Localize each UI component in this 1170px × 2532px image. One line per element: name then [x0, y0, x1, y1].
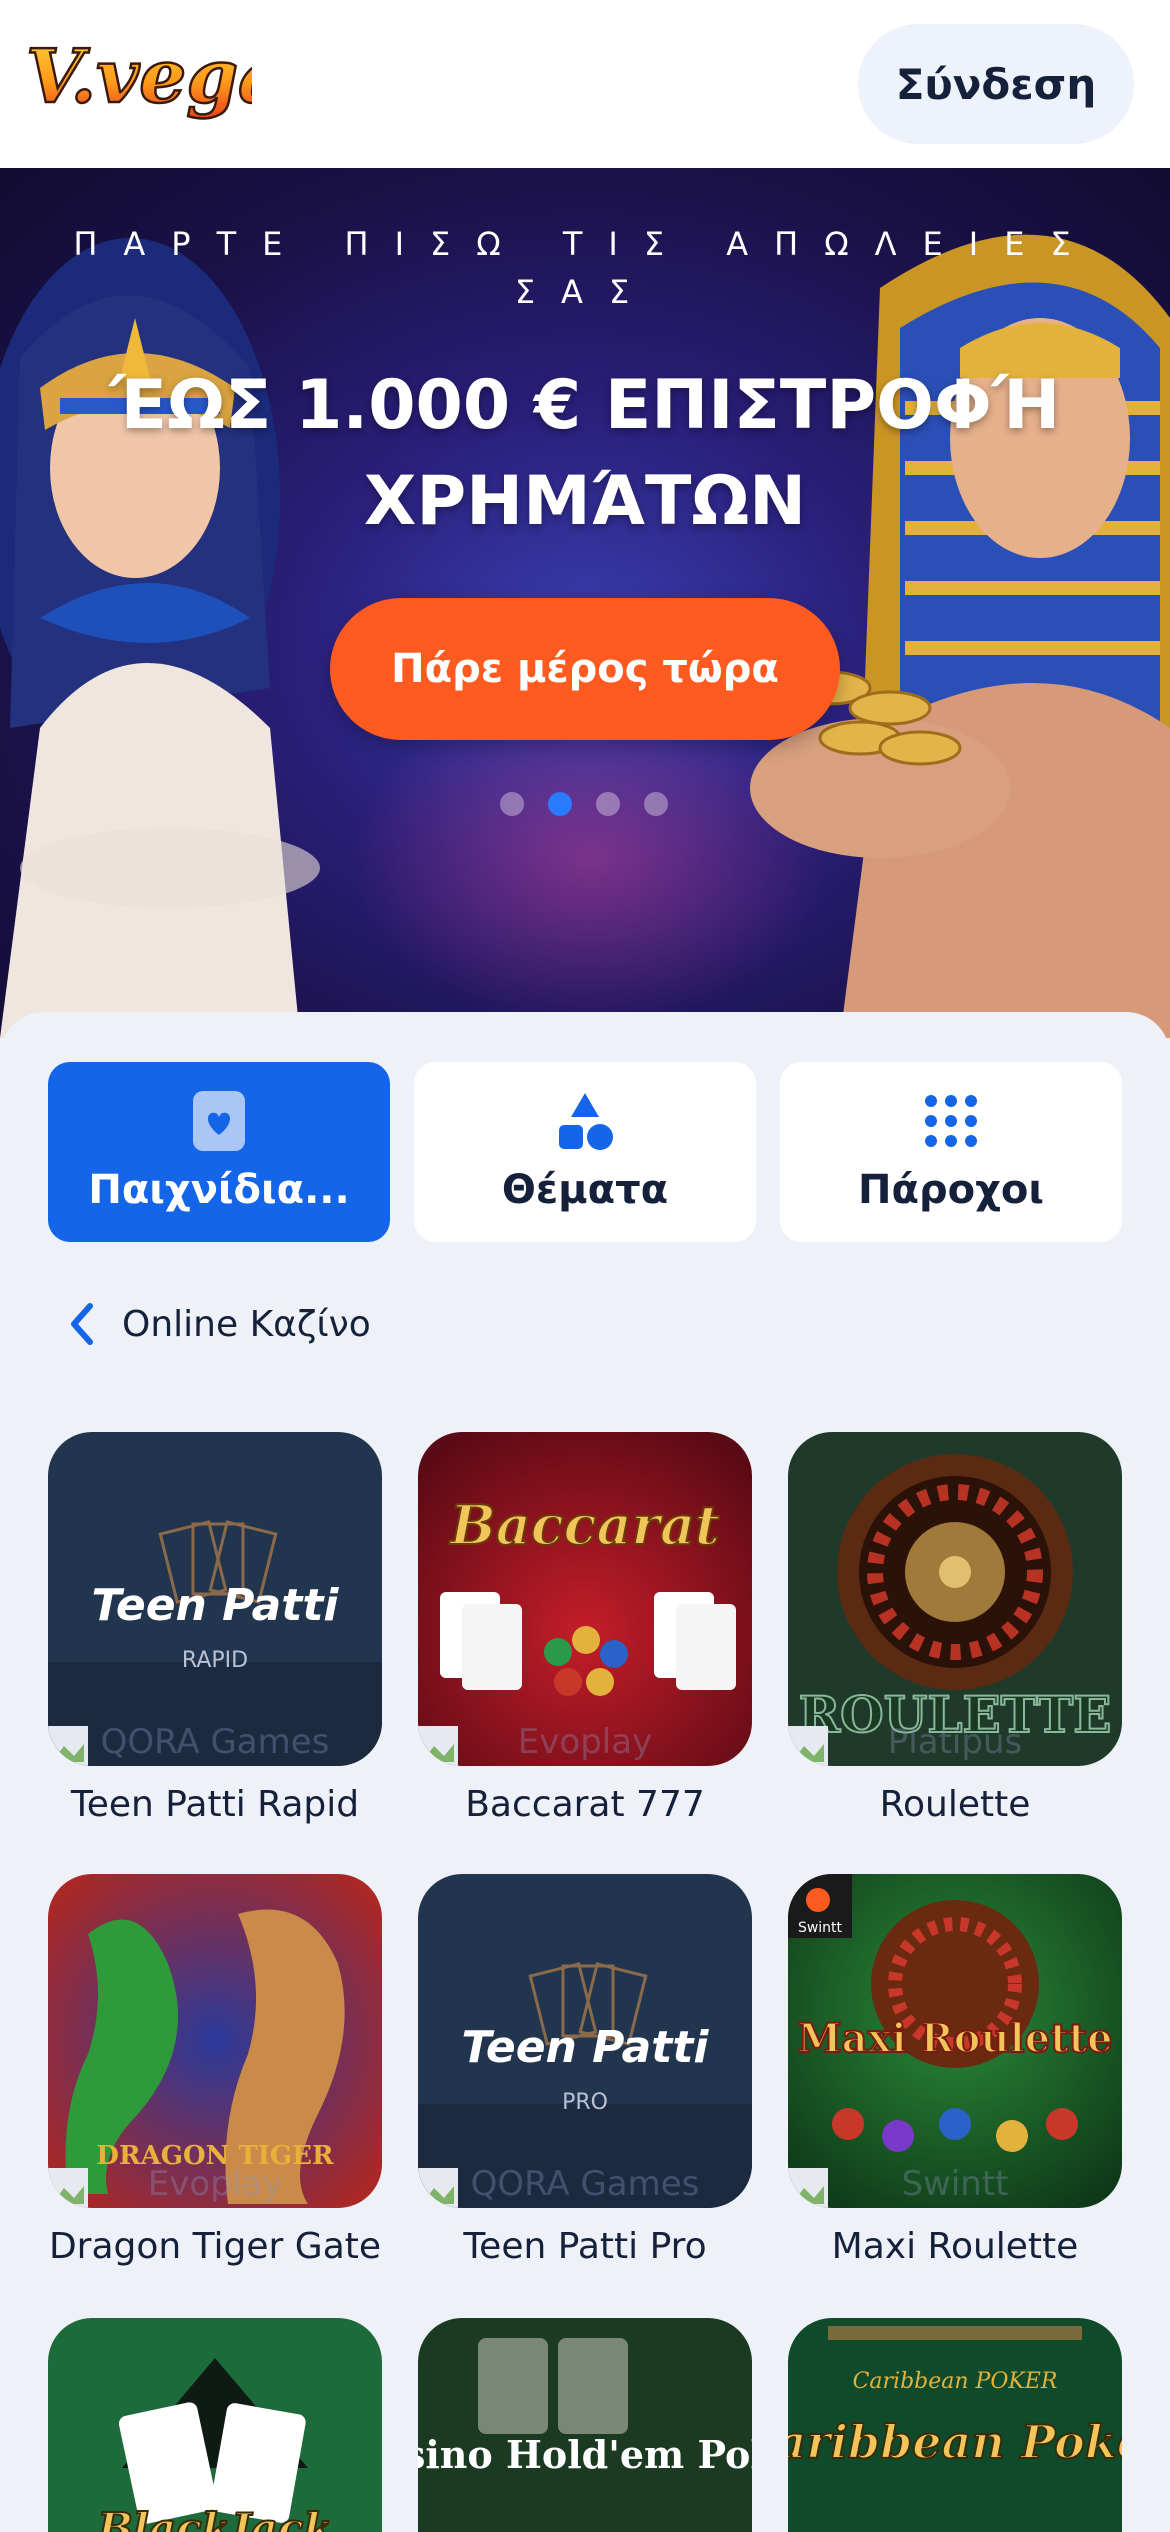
game-thumbnail[interactable]: DRAGON TIGER Evoplay — [48, 1874, 382, 2208]
join-now-button[interactable]: Πάρε μέρος τώρα — [330, 598, 840, 740]
shapes-icon — [559, 1093, 613, 1150]
game-tile[interactable]: BlackJack — [48, 2318, 382, 2532]
teen-patti-artwork: Teen Patti RAPID — [48, 1432, 382, 1766]
maxi-roulette-artwork: Maxi Roulette Swintt — [788, 1874, 1122, 2208]
art-subtitle: RAPID — [182, 1648, 248, 1673]
hero-title: ΈΩΣ 1.000 € ΕΠΙΣΤΡΟΦΉ ΧΡΗΜΆΤΩΝ — [109, 366, 1061, 541]
broken-image-icon — [418, 1726, 458, 1766]
game-title[interactable]: Baccarat 777 — [418, 1784, 752, 1825]
game-tile[interactable]: Maxi Roulette Swintt Swintt Maxi Roulett… — [788, 1874, 1122, 2267]
broken-image-icon — [48, 2168, 88, 2208]
top-header: V.vegas Σύνδεση — [0, 0, 1170, 168]
carousel-dot-2[interactable] — [548, 792, 572, 816]
tab-providers[interactable]: Πάροχοι — [780, 1062, 1122, 1242]
game-thumbnail[interactable]: BlackJack — [48, 2318, 382, 2532]
game-tile[interactable]: Teen Patti RAPID QORA Games Teen Patti R… — [48, 1432, 382, 1825]
dragon-tiger-artwork: DRAGON TIGER — [48, 1874, 382, 2208]
game-thumbnail[interactable]: Teen Patti PRO QORA Games — [418, 1874, 752, 2208]
art-title: Teen Patti — [462, 2022, 710, 2073]
game-thumbnail[interactable]: Teen Patti RAPID QORA Games — [48, 1432, 382, 1766]
game-title[interactable]: Dragon Tiger Gate — [48, 2226, 382, 2267]
game-provider: QORA Games — [100, 1722, 330, 1762]
game-provider: QORA Games — [470, 2164, 700, 2204]
game-thumbnail[interactable]: Casino Hold'em Poker — [418, 2318, 752, 2532]
art-subtitle: Caribbean POKER — [853, 2369, 1058, 2394]
game-provider: Platipus — [887, 1722, 1023, 1762]
carousel-dot-3[interactable] — [596, 792, 620, 816]
carousel-dot-1[interactable] — [500, 792, 524, 816]
swintt-badge-text: Swintt — [798, 1920, 843, 1936]
game-tile[interactable]: Teen Patti PRO QORA Games Teen Patti Pro — [418, 1874, 752, 2267]
game-tile[interactable]: Baccarat Evoplay Baccarat 777 — [418, 1432, 752, 1825]
game-tile[interactable]: DRAGON TIGER Evoplay Dragon Tiger Gate — [48, 1874, 382, 2267]
tab-themes[interactable]: Θέματα — [414, 1062, 756, 1242]
game-thumbnail[interactable]: ROULETTE Platipus — [788, 1432, 1122, 1766]
game-tile[interactable]: Caribbean POKER Caribbean Poker — [788, 2318, 1122, 2532]
game-tile[interactable]: Casino Hold'em Poker — [418, 2318, 752, 2532]
broken-image-icon — [418, 2168, 458, 2208]
game-title[interactable]: Maxi Roulette — [788, 2226, 1122, 2267]
svg-text:V.vegas: V.vegas — [26, 34, 252, 120]
caribbean-poker-artwork: Caribbean POKER Caribbean Poker — [788, 2318, 1122, 2532]
roulette-artwork: ROULETTE — [788, 1432, 1122, 1766]
art-title: Casino Hold'em Poker — [418, 2432, 752, 2477]
promo-banner[interactable]: ΠΑΡΤΕ ΠΙΣΩ ΤΙΣ ΑΠΩΛΕΙΕΣ ΣΑΣ ΈΩΣ 1.000 € … — [0, 168, 1170, 1038]
blackjack-artwork: BlackJack — [48, 2318, 382, 2532]
hero-subtitle: ΠΑΡΤΕ ΠΙΣΩ ΤΙΣ ΑΠΩΛΕΙΕΣ ΣΑΣ — [73, 225, 1097, 311]
art-subtitle: PRO — [562, 2090, 608, 2115]
tab-games[interactable]: Παιχνίδια... — [48, 1062, 390, 1242]
game-thumbnail[interactable]: Baccarat Evoplay — [418, 1432, 752, 1766]
art-title: BlackJack — [96, 2504, 332, 2532]
tab-games-label: Παιχνίδια... — [88, 1167, 350, 1213]
broken-image-icon — [48, 1726, 88, 1766]
game-title[interactable]: Teen Patti Rapid — [48, 1784, 382, 1825]
game-provider: Swintt — [901, 2164, 1009, 2204]
tab-themes-label: Θέματα — [501, 1167, 669, 1213]
game-title[interactable]: Roulette — [788, 1784, 1122, 1825]
game-title[interactable]: Teen Patti Pro — [418, 2226, 752, 2267]
game-thumbnail[interactable]: Maxi Roulette Swintt Swintt — [788, 1874, 1122, 2208]
carousel-dot-4[interactable] — [644, 792, 668, 816]
grid-dots-icon — [925, 1095, 977, 1147]
breadcrumb[interactable]: Online Καζίνο — [68, 1296, 371, 1352]
vvegas-logo[interactable]: V.vegas — [22, 22, 252, 142]
broken-image-icon — [788, 1726, 828, 1766]
login-button[interactable]: Σύνδεση — [858, 24, 1134, 144]
carousel-dots — [500, 790, 670, 818]
art-title: Caribbean Poker — [788, 2415, 1122, 2469]
broken-image-icon — [788, 2168, 828, 2208]
game-provider: Evoplay — [517, 1722, 653, 1762]
game-provider: Evoplay — [147, 2164, 283, 2204]
game-thumbnail[interactable]: Caribbean POKER Caribbean Poker — [788, 2318, 1122, 2532]
tab-providers-label: Πάροχοι — [858, 1167, 1044, 1213]
art-title: Baccarat — [448, 1493, 720, 1557]
baccarat-artwork: Baccarat — [418, 1432, 752, 1766]
chevron-left-icon[interactable] — [68, 1302, 96, 1346]
card-heart-icon — [193, 1091, 245, 1151]
art-title: Maxi Roulette — [797, 2015, 1112, 2062]
art-title: Teen Patti — [92, 1580, 340, 1631]
game-tile[interactable]: ROULETTE Platipus Roulette — [788, 1432, 1122, 1825]
breadcrumb-label: Online Καζίνο — [122, 1303, 371, 1345]
casino-holdem-artwork: Casino Hold'em Poker — [418, 2318, 752, 2532]
teen-patti-pro-artwork: Teen Patti PRO — [418, 1874, 752, 2208]
